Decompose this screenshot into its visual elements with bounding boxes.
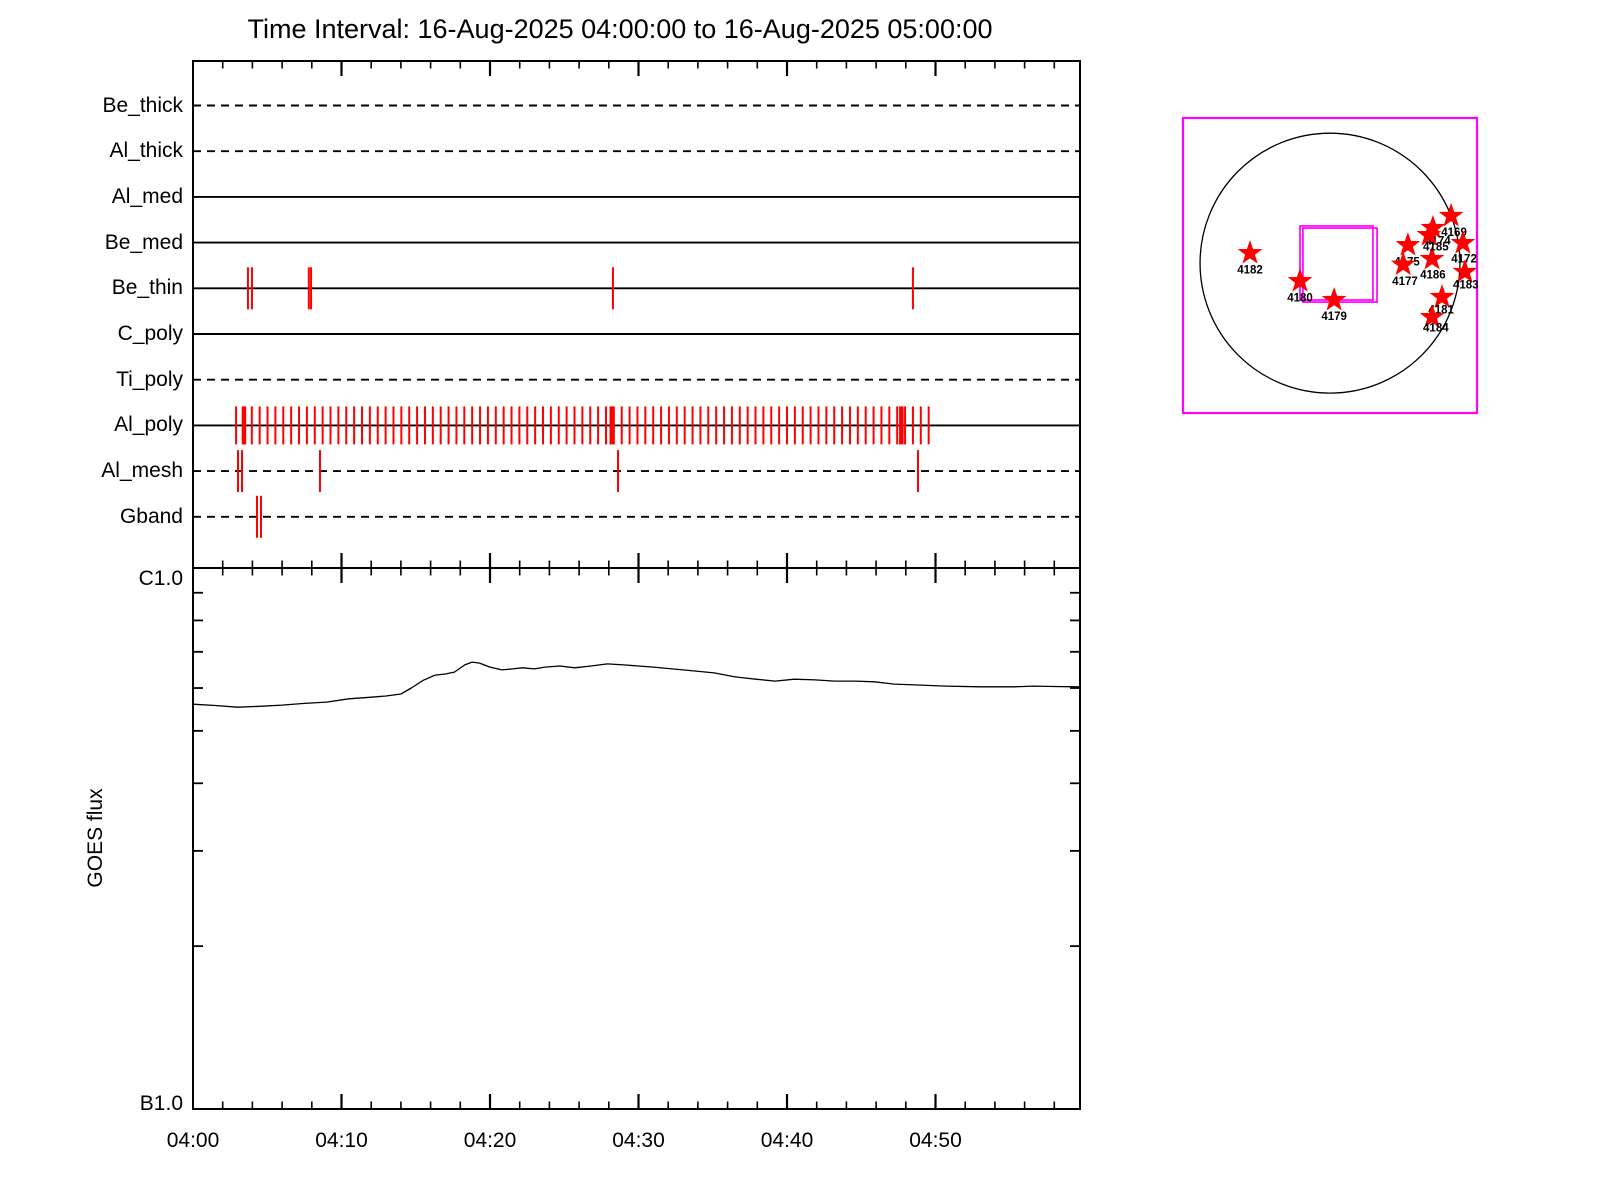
xrt-fov-box: [1299, 225, 1374, 301]
active-region-label-4185: 4185: [1423, 241, 1449, 253]
xrt-timeline-panel: [192, 60, 1081, 569]
filter-label-Al_poly: Al_poly: [114, 413, 183, 437]
time-tick-label-0420: 04:20: [463, 1129, 517, 1152]
sun-limb-circle: [1199, 132, 1461, 394]
active-region-label-4183: 4183: [1453, 279, 1479, 291]
active-region-star-4182: [1237, 240, 1263, 264]
goes-flux-curve: [192, 661, 1080, 708]
filter-label-Al_med: Al_med: [111, 184, 183, 208]
xrt-fov-box: [1302, 227, 1378, 303]
active-region-star-4169: [1438, 202, 1464, 227]
filter-label-Ti_poly: Ti_poly: [116, 367, 183, 391]
goes-ytick-bottom: B1.0: [139, 1092, 183, 1115]
active-region-star-4175: [1395, 232, 1421, 256]
exposure-ticks-Gband: [256, 495, 263, 538]
filter-label-Be_thick: Be_thick: [102, 93, 183, 117]
filter-label-Be_thin: Be_thin: [111, 276, 183, 300]
screenshot-root: Time Interval: 16-Aug-2025 04:00:00 to 1…: [0, 0, 1600, 1200]
goes-axis-title: GOES flux: [84, 788, 107, 888]
goes-panel: [192, 567, 1081, 1110]
active-region-label-4186: 4186: [1420, 270, 1446, 282]
solar-map-panel: 4182418041794175417741864174418541694172…: [1181, 116, 1479, 415]
plot-canvas: 4182418041794175417741864174418541694172…: [192, 60, 1479, 1110]
filter-label-Gband: Gband: [119, 504, 183, 528]
active-region-label-4177: 4177: [1392, 276, 1418, 288]
time-tick-label-0430: 04:30: [612, 1129, 665, 1152]
active-region-label-4182: 4182: [1237, 264, 1263, 276]
time-tick-label-0450: 04:50: [909, 1129, 962, 1152]
time-tick-label-0440: 04:40: [760, 1129, 814, 1152]
goes-log-minor-ticks: [193, 591, 1080, 948]
active-region-star-4181: [1429, 284, 1455, 308]
goes-ytick-top: C1.0: [138, 567, 183, 590]
time-axis-ticks: [221, 61, 1056, 1109]
filter-label-Al_thick: Al_thick: [109, 139, 183, 163]
active-region-star-4179: [1321, 286, 1347, 311]
filter-label-Be_med: Be_med: [104, 230, 183, 254]
filter-label-C_poly: C_poly: [117, 322, 183, 345]
active-region-label-4180: 4180: [1287, 292, 1313, 304]
active-region-label-4179: 4179: [1321, 311, 1347, 323]
time-tick-label-0410: 04:10: [315, 1129, 368, 1152]
active-region-label-4184: 4184: [1423, 323, 1449, 335]
filter-label-Al_mesh: Al_mesh: [101, 459, 183, 483]
solar-map-border: [1181, 116, 1479, 415]
time-tick-label-0400: 04:00: [166, 1129, 220, 1152]
